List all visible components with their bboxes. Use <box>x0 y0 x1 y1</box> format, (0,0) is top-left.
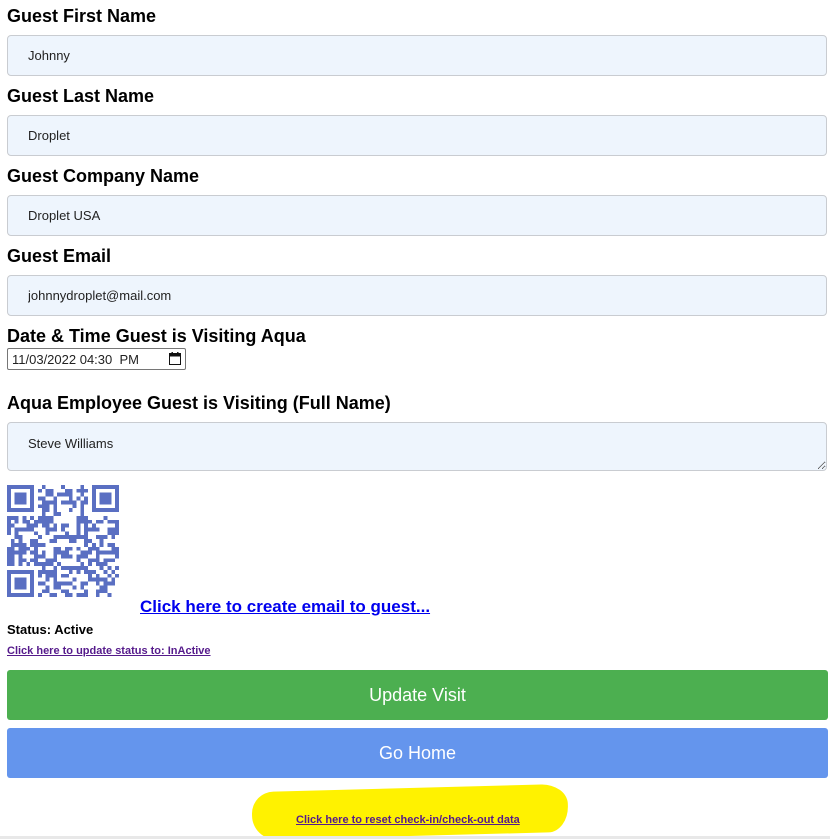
employee-textarea[interactable]: Steve Williams <box>7 422 827 471</box>
qr-code-icon <box>7 485 119 597</box>
company-name-label: Guest Company Name <box>7 166 200 186</box>
visit-edit-form: Guest First Name Guest Last Name Guest C… <box>0 0 830 839</box>
last-name-label: Guest Last Name <box>7 86 155 106</box>
first-name-input[interactable] <box>7 35 827 76</box>
update-visit-button[interactable]: Update Visit <box>7 670 828 720</box>
email-label: Guest Email <box>7 246 112 266</box>
visit-datetime-label: Date & Time Guest is Visiting Aqua <box>7 326 306 346</box>
email-input[interactable] <box>7 275 827 316</box>
visit-datetime-input[interactable]: 11/03/2022 04:30 PM <box>7 348 186 370</box>
calendar-icon[interactable] <box>169 352 181 365</box>
visit-datetime-value: 11/03/2022 04:30 PM <box>12 351 139 367</box>
company-name-input[interactable] <box>7 195 827 236</box>
reset-checkin-data-link[interactable]: Click here to reset check-in/check-out d… <box>296 814 520 826</box>
yellow-highlight-mark <box>251 783 569 839</box>
status-text: Status: Active <box>7 622 94 637</box>
create-email-link[interactable]: Click here to create email to guest... <box>140 597 430 617</box>
last-name-input[interactable] <box>7 115 827 156</box>
employee-label: Aqua Employee Guest is Visiting (Full Na… <box>7 393 391 413</box>
first-name-label: Guest First Name <box>7 6 157 26</box>
update-status-link[interactable]: Click here to update status to: InActive <box>7 645 211 657</box>
go-home-button[interactable]: Go Home <box>7 728 828 778</box>
